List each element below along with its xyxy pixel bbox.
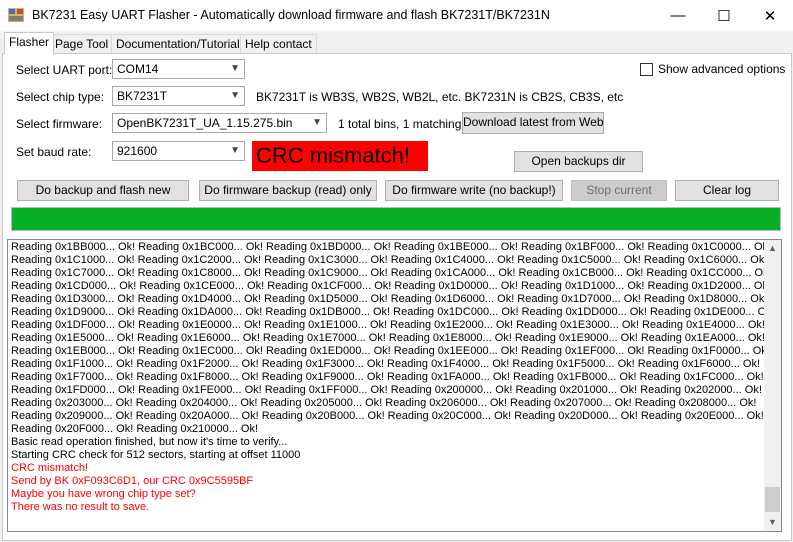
firmware-count-text: 1 total bins, 1 matching. <box>338 117 465 131</box>
chip-type-label: Select chip type: <box>16 90 105 104</box>
tab-page-tool[interactable]: Page Tool <box>50 34 114 53</box>
tab-help-contact[interactable]: Help contact <box>240 34 317 53</box>
log-line: Reading 0x1FD000... Ok! Reading 0x1FE000… <box>11 384 762 396</box>
crc-status-banner: CRC mismatch! <box>252 141 428 171</box>
log-line: Reading 0x1BB000... Ok! Reading 0x1BC000… <box>11 241 766 253</box>
log-line: CRC mismatch! <box>11 462 89 474</box>
log-line: Reading 0x1F7000... Ok! Reading 0x1F8000… <box>11 371 764 383</box>
chevron-down-icon: ▼ <box>230 145 240 156</box>
write-only-button[interactable]: Do firmware write (no backup!) <box>385 180 563 201</box>
log-line: Reading 0x1CD000... Ok! Reading 0x1CE000… <box>11 280 766 292</box>
log-line: Maybe you have wrong chip type set? <box>11 488 196 500</box>
minimize-icon: — <box>670 7 686 24</box>
baud-rate-select[interactable]: 921600 ▼ <box>112 141 245 161</box>
progress-bar <box>11 207 781 231</box>
close-button[interactable]: ✕ <box>747 0 793 31</box>
scroll-thumb[interactable] <box>765 487 780 512</box>
baud-rate-label: Set baud rate: <box>16 145 92 159</box>
log-line: Reading 0x1C7000... Ok! Reading 0x1C8000… <box>11 267 766 279</box>
log-line: Reading 0x203000... Ok! Reading 0x204000… <box>11 397 757 409</box>
log-line: There was no result to save. <box>11 501 150 513</box>
title-bar: BK7231 Easy UART Flasher - Automatically… <box>0 0 793 31</box>
log-line: Reading 0x209000... Ok! Reading 0x20A000… <box>11 410 764 422</box>
advanced-options-label: Show advanced options <box>658 62 786 76</box>
uart-label: Select UART port: <box>16 63 113 77</box>
stop-current-button[interactable]: Stop current <box>571 180 667 201</box>
maximize-button[interactable]: ☐ <box>701 0 747 31</box>
scroll-down-icon[interactable]: ▼ <box>764 514 781 531</box>
tab-documentation[interactable]: Documentation/Tutorials <box>111 34 251 53</box>
chip-info-text: BK7231T is WB3S, WB2S, WB2L, etc. BK7231… <box>256 90 624 104</box>
log-line: Basic read operation finished, but now i… <box>11 436 288 448</box>
log-line: Reading 0x1DF000... Ok! Reading 0x1E0000… <box>11 319 765 331</box>
uart-port-value: COM14 <box>117 62 159 76</box>
log-line: Send by BK 0xF093C6D1, our CRC 0x9C5595B… <box>11 475 254 487</box>
minimize-button[interactable]: — <box>655 0 701 31</box>
log-line: Reading 0x1C1000... Ok! Reading 0x1C2000… <box>11 254 766 266</box>
chevron-down-icon: ▼ <box>312 117 322 128</box>
log-line: Reading 0x1E5000... Ok! Reading 0x1E6000… <box>11 332 765 344</box>
download-latest-button[interactable]: Download latest from Web <box>462 112 604 134</box>
clear-log-button[interactable]: Clear log <box>675 180 779 201</box>
firmware-select[interactable]: OpenBK7231T_UA_1.15.275.bin ▼ <box>112 113 327 133</box>
firmware-label: Select firmware: <box>16 117 103 131</box>
maximize-icon: ☐ <box>717 7 731 25</box>
firmware-value: OpenBK7231T_UA_1.15.275.bin <box>117 116 293 130</box>
log-output[interactable]: Reading 0x1BB000... Ok! Reading 0x1BC000… <box>7 239 782 532</box>
log-lines: Reading 0x1BB000... Ok! Reading 0x1BC000… <box>11 241 766 514</box>
backup-and-flash-button[interactable]: Do backup and flash new <box>17 180 189 201</box>
baud-rate-value: 921600 <box>117 144 158 158</box>
log-line: Reading 0x1D3000... Ok! Reading 0x1D4000… <box>11 293 766 305</box>
progress-fill <box>12 208 780 230</box>
log-line: Reading 0x1D9000... Ok! Reading 0x1DA000… <box>11 306 766 318</box>
log-line: Reading 0x20F000... Ok! Reading 0x210000… <box>11 423 259 435</box>
tab-flasher[interactable]: Flasher <box>4 32 55 54</box>
open-backups-button[interactable]: Open backups dir <box>514 151 643 172</box>
uart-port-select[interactable]: COM14 ▼ <box>112 59 245 79</box>
log-line: Reading 0x1F1000... Ok! Reading 0x1F2000… <box>11 358 761 370</box>
log-line: Reading 0x1EB000... Ok! Reading 0x1EC000… <box>11 345 766 357</box>
chevron-down-icon: ▼ <box>230 63 240 74</box>
backup-only-button[interactable]: Do firmware backup (read) only <box>199 180 377 201</box>
scroll-up-icon[interactable]: ▲ <box>764 240 781 257</box>
window-title: BK7231 Easy UART Flasher - Automatically… <box>32 8 550 22</box>
close-icon: ✕ <box>763 7 777 25</box>
chip-type-value: BK7231T <box>117 89 168 103</box>
log-line: Starting CRC check for 512 sectors, star… <box>11 449 301 461</box>
advanced-options-checkbox[interactable] <box>640 63 653 76</box>
app-icon <box>8 8 24 22</box>
log-scrollbar[interactable]: ▲ ▼ <box>764 240 781 531</box>
chip-type-select[interactable]: BK7231T ▼ <box>112 86 245 106</box>
chevron-down-icon: ▼ <box>230 90 240 101</box>
